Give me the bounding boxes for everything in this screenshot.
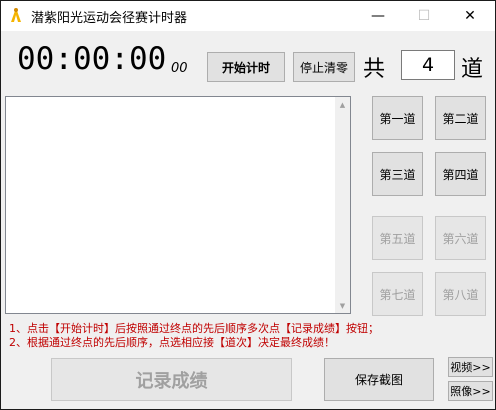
lane-4-button[interactable]: 第四道: [435, 152, 486, 196]
instruction-line-2: 2、根据通过终点的先后顺序，点选相应接【道次】决定最终成绩！: [9, 336, 335, 349]
lane-8-button[interactable]: 第八道: [435, 272, 486, 316]
timer-milliseconds: 00: [171, 61, 188, 76]
maximize-button[interactable]: ☐: [401, 1, 447, 31]
results-scrollbar[interactable]: ▲ ▼: [335, 97, 350, 313]
lane-2-button[interactable]: 第二道: [435, 96, 486, 140]
results-list[interactable]: ▲ ▼: [5, 96, 351, 314]
lane-1-button[interactable]: 第一道: [372, 96, 423, 140]
stop-reset-button[interactable]: 停止清零: [293, 52, 355, 82]
lane-6-button[interactable]: 第六道: [435, 216, 486, 260]
lanes-count-suffix: 道: [461, 57, 484, 82]
lanes-count-prefix: 共: [363, 57, 386, 82]
lane-7-button[interactable]: 第七道: [372, 272, 423, 316]
video-button[interactable]: 视频>>: [448, 357, 493, 377]
lane-5-button[interactable]: 第五道: [372, 216, 423, 260]
save-screenshot-button[interactable]: 保存截图: [324, 358, 434, 401]
maximize-icon: ☐: [417, 8, 431, 24]
window-title: 潜紫阳光运动会径赛计时器: [31, 11, 188, 26]
record-result-button[interactable]: 记录成绩: [51, 358, 292, 401]
photo-button[interactable]: 照像>>: [448, 381, 493, 401]
scroll-down-icon[interactable]: ▼: [335, 298, 350, 313]
app-logo-icon: [7, 6, 25, 24]
start-timing-button[interactable]: 开始计时: [207, 52, 285, 82]
scroll-up-icon[interactable]: ▲: [335, 97, 350, 112]
minimize-button[interactable]: —: [355, 1, 401, 31]
minimize-icon: —: [371, 8, 385, 24]
instruction-line-1: 1、点击【开始计时】后按照通过终点的先后顺序多次点【记录成绩】按钮；: [9, 322, 379, 335]
timer-display: 00:00:00: [17, 41, 167, 77]
close-icon: ✕: [464, 8, 476, 24]
close-button[interactable]: ✕: [447, 1, 493, 31]
lane-3-button[interactable]: 第三道: [372, 152, 423, 196]
app-window: 潜紫阳光运动会径赛计时器 — ☐ ✕ 00:00:00 00 开始计时 停止清零…: [0, 0, 496, 410]
lanes-count-input[interactable]: 4: [401, 50, 455, 80]
title-bar[interactable]: 潜紫阳光运动会径赛计时器 — ☐ ✕: [1, 1, 495, 31]
instructions: 1、点击【开始计时】后按照通过终点的先后顺序多次点【记录成绩】按钮； 2、根据通…: [9, 322, 379, 350]
